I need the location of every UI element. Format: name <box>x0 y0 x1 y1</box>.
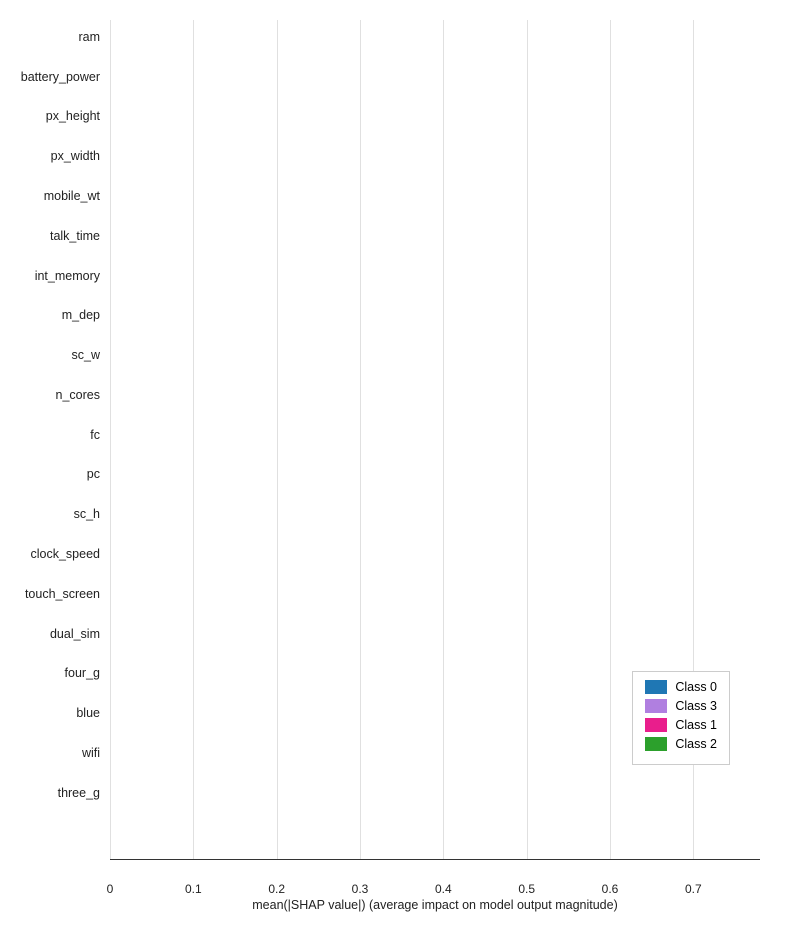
y-label: blue <box>76 706 100 720</box>
y-label: touch_screen <box>25 587 100 601</box>
x-tick-label: 0.6 <box>602 882 619 896</box>
legend-label: Class 0 <box>675 680 717 694</box>
grid-line <box>527 20 528 860</box>
y-label: talk_time <box>50 229 100 243</box>
grid-line <box>110 20 111 860</box>
x-tick-label: 0.3 <box>352 882 369 896</box>
legend-color-box <box>645 718 667 732</box>
y-label: battery_power <box>21 70 100 84</box>
y-label: sc_w <box>72 348 100 362</box>
y-label: n_cores <box>56 388 100 402</box>
legend-item: Class 3 <box>645 699 717 713</box>
legend-label: Class 3 <box>675 699 717 713</box>
grid-line <box>360 20 361 860</box>
y-label: m_dep <box>62 308 100 322</box>
x-tick-label: 0 <box>107 882 114 896</box>
y-label: sc_h <box>74 507 100 521</box>
legend-label: Class 1 <box>675 718 717 732</box>
legend-item: Class 1 <box>645 718 717 732</box>
grid-line <box>193 20 194 860</box>
legend-item: Class 0 <box>645 680 717 694</box>
x-tick-label: 0.4 <box>435 882 452 896</box>
legend-color-box <box>645 737 667 751</box>
grid-line <box>443 20 444 860</box>
grid-line <box>610 20 611 860</box>
y-label: px_height <box>46 109 100 123</box>
legend-color-box <box>645 699 667 713</box>
y-label: clock_speed <box>31 547 101 561</box>
x-tick-label: 0.5 <box>518 882 535 896</box>
legend-color-box <box>645 680 667 694</box>
y-label: three_g <box>58 786 100 800</box>
x-axis-line <box>110 859 760 860</box>
y-label: wifi <box>82 746 100 760</box>
legend: Class 0 Class 3 Class 1 Class 2 <box>632 671 730 765</box>
grid-line <box>277 20 278 860</box>
y-axis-labels: ram battery_power px_height px_width mobile_… <box>5 20 105 860</box>
chart-area: rambattery_powerpx_heightpx_widthmobile_… <box>110 20 760 860</box>
legend-item: Class 2 <box>645 737 717 751</box>
x-tick-label: 0.1 <box>185 882 202 896</box>
y-label: four_g <box>65 666 100 680</box>
legend-label: Class 2 <box>675 737 717 751</box>
y-label: dual_sim <box>50 627 100 641</box>
y-label: pc <box>87 467 100 481</box>
y-label: mobile_wt <box>44 189 100 203</box>
x-axis-title: mean(|SHAP value|) (average impact on mo… <box>110 898 760 912</box>
y-label: ram <box>78 30 100 44</box>
y-label: int_memory <box>35 269 100 283</box>
x-tick-label: 0.7 <box>685 882 702 896</box>
chart-container: ram battery_power px_height px_width mobile_… <box>0 0 790 940</box>
x-tick-label: 0.2 <box>268 882 285 896</box>
y-label: px_width <box>51 149 100 163</box>
y-label: fc <box>90 428 100 442</box>
